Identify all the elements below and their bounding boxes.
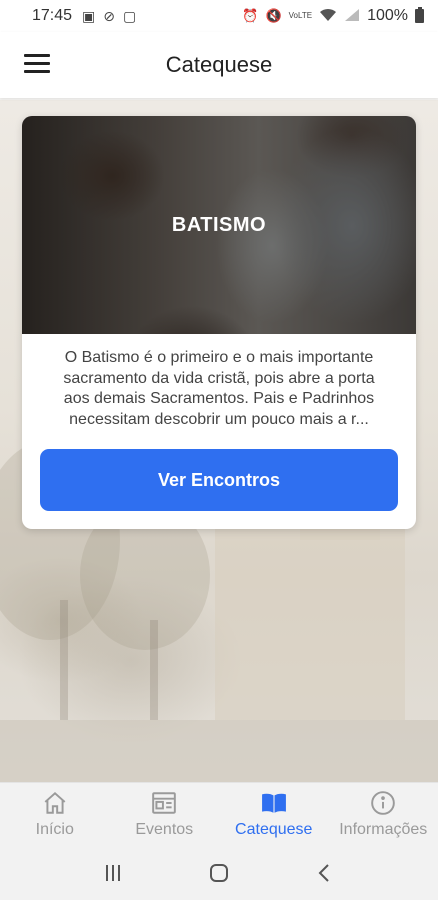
mute-icon: 🔇 bbox=[265, 8, 282, 23]
nav-item-eventos[interactable]: Eventos bbox=[110, 783, 220, 846]
ver-encontros-button[interactable]: Ver Encontros bbox=[40, 449, 398, 511]
alarm-icon: ⏰ bbox=[242, 8, 259, 23]
back-icon[interactable] bbox=[305, 853, 345, 893]
book-icon bbox=[261, 793, 286, 813]
newspaper-icon bbox=[152, 792, 177, 814]
nav-item-informacoes[interactable]: Informações bbox=[329, 783, 438, 846]
card-image: BATISMO bbox=[22, 116, 416, 334]
sacrament-card: BATISMO O Batismo é o primeiro e o mais … bbox=[22, 116, 416, 529]
battery-percent: 100% bbox=[367, 7, 408, 24]
home-button-icon[interactable] bbox=[199, 853, 239, 893]
signal-icon bbox=[344, 8, 360, 25]
nav-item-inicio[interactable]: Início bbox=[0, 783, 110, 846]
nav-label: Catequese bbox=[235, 821, 313, 838]
battery-icon bbox=[415, 7, 424, 23]
nav-label: Início bbox=[35, 821, 74, 838]
system-navigation-bar bbox=[0, 846, 438, 900]
bottom-navigation: Início Eventos Catequese Informações bbox=[0, 782, 438, 846]
card-description: O Batismo é o primeiro e o mais importan… bbox=[63, 349, 375, 428]
page-title: Catequese bbox=[165, 52, 273, 77]
status-time: 17:45 bbox=[32, 7, 73, 24]
nav-label: Eventos bbox=[135, 821, 194, 838]
status-bar: 17:45 ▣ ⊘ ▢ ⏰ 🔇 VoLTE 100% bbox=[0, 0, 438, 32]
hamburger-menu-icon[interactable] bbox=[24, 54, 50, 74]
wifi-icon bbox=[319, 8, 337, 25]
info-icon bbox=[371, 791, 396, 815]
app-header: Catequese bbox=[0, 32, 438, 98]
app-icon: ▢ bbox=[123, 7, 137, 24]
status-right: ⏰ 🔇 VoLTE 100% bbox=[242, 7, 424, 25]
card-title: BATISMO bbox=[171, 213, 267, 236]
home-icon bbox=[44, 791, 66, 814]
block-icon: ⊘ bbox=[103, 7, 116, 24]
nav-item-catequese[interactable]: Catequese bbox=[219, 783, 329, 846]
recent-apps-icon[interactable] bbox=[93, 853, 133, 893]
nav-label: Informações bbox=[339, 821, 428, 838]
image-icon: ▣ bbox=[82, 7, 96, 24]
volte-icon: VoLTE bbox=[288, 11, 313, 20]
